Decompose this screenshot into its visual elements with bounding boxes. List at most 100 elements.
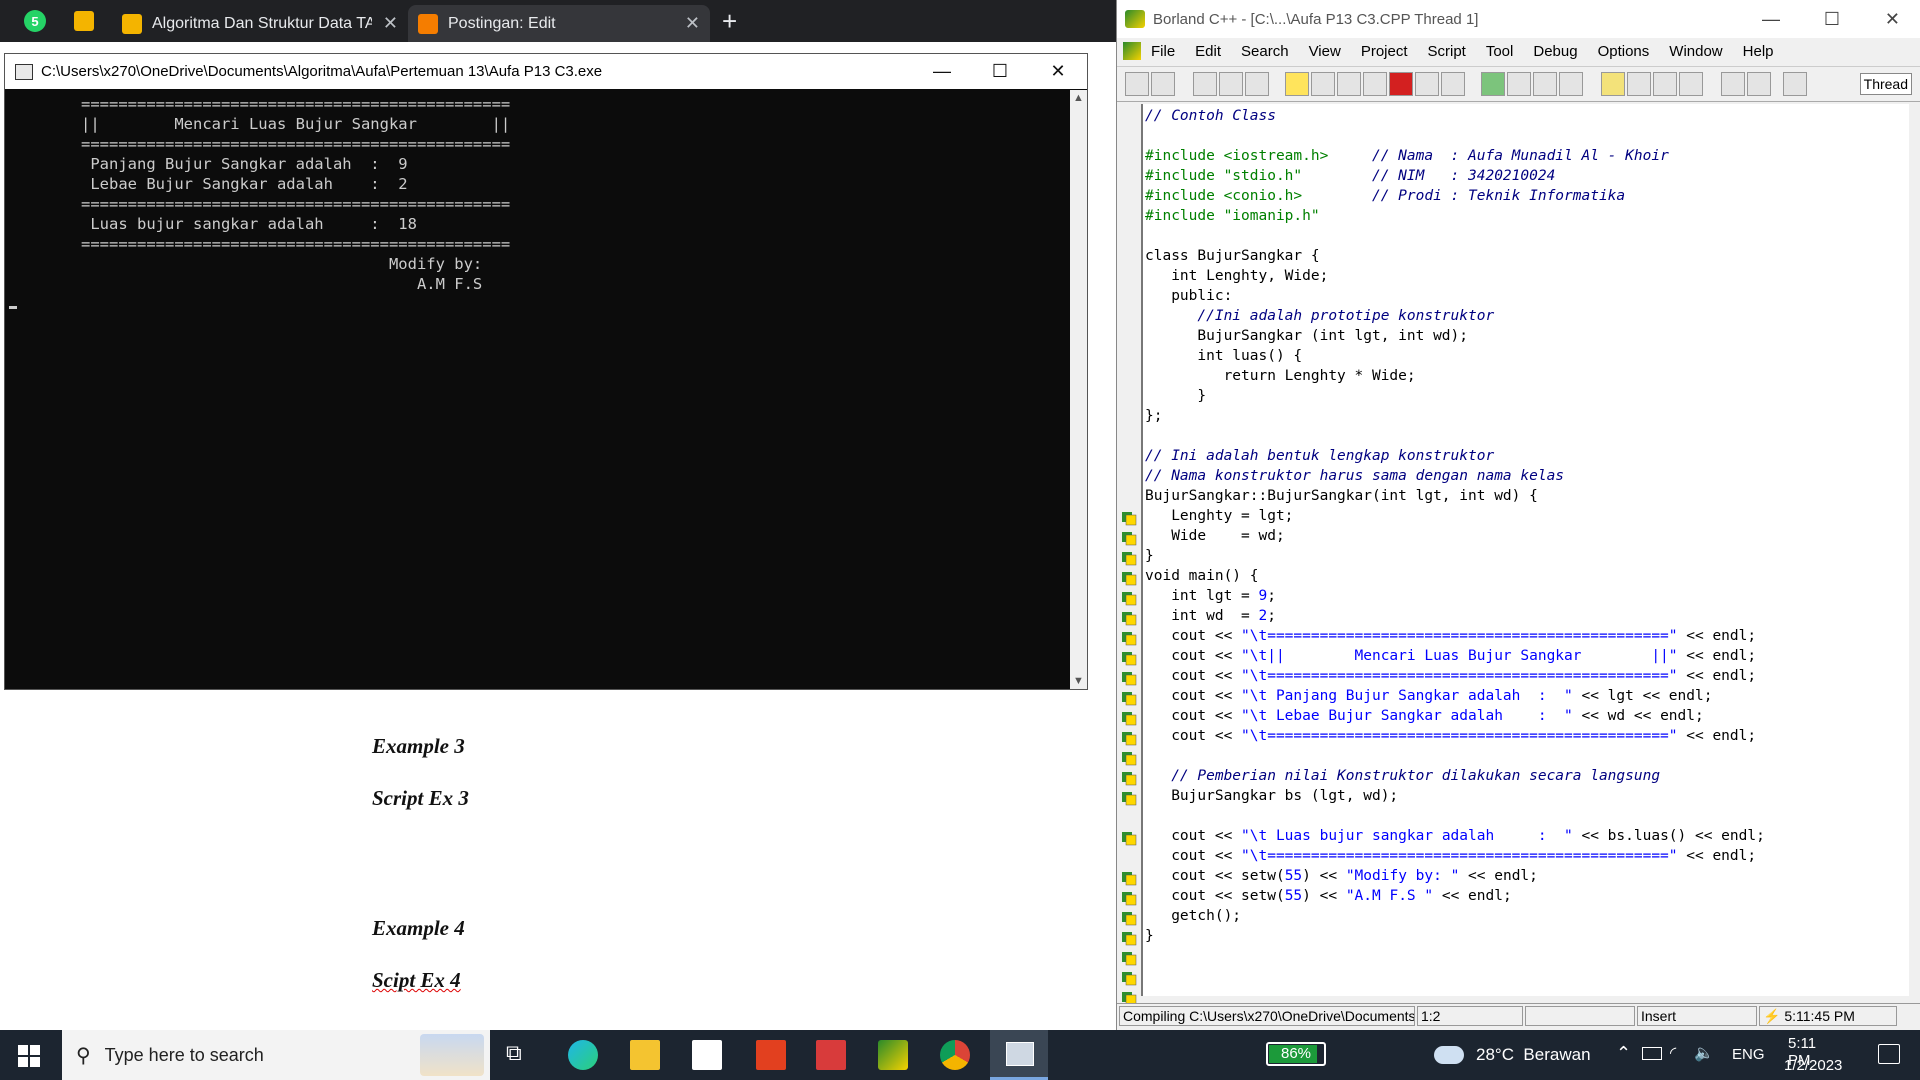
weather-icon[interactable]: [1434, 1046, 1464, 1064]
breakpoint-icon[interactable]: [1121, 570, 1137, 586]
windows-start-icon[interactable]: [18, 1045, 40, 1067]
borland-taskbar-icon[interactable]: [878, 1040, 908, 1070]
build-icon[interactable]: [1363, 72, 1387, 96]
breakpoint-icon[interactable]: [1121, 510, 1137, 526]
find-icon[interactable]: [1601, 72, 1625, 96]
language-indicator[interactable]: ENG: [1732, 1046, 1765, 1063]
breakpoint-icon[interactable]: [1121, 910, 1137, 926]
menu-help[interactable]: Help: [1743, 43, 1774, 60]
menu-edit[interactable]: Edit: [1195, 43, 1221, 60]
paste-icon[interactable]: [1559, 72, 1583, 96]
edge-icon[interactable]: [568, 1040, 598, 1070]
menu-options[interactable]: Options: [1598, 43, 1650, 60]
clock-date[interactable]: 1/2/2023: [1784, 1057, 1842, 1074]
run-icon[interactable]: [1415, 72, 1439, 96]
copy-icon[interactable]: [1533, 72, 1557, 96]
slides-icon[interactable]: [74, 11, 94, 31]
breakpoint-icon[interactable]: [1121, 690, 1137, 706]
minimize-icon[interactable]: —: [1762, 9, 1780, 30]
editor-gutter[interactable]: [1117, 104, 1141, 1046]
task-view-icon[interactable]: ⧉: [506, 1040, 536, 1070]
close-icon[interactable]: ✕: [685, 13, 700, 34]
battery-tray-icon[interactable]: [1642, 1047, 1662, 1060]
breakpoint-icon[interactable]: [1121, 650, 1137, 666]
office-icon[interactable]: [756, 1040, 786, 1070]
breakpoint-icon[interactable]: [1121, 590, 1137, 606]
menu-tool[interactable]: Tool: [1486, 43, 1514, 60]
wifi-icon[interactable]: ◜: [1670, 1043, 1676, 1063]
close-icon[interactable]: ✕: [383, 13, 398, 34]
notification-icon[interactable]: [1878, 1044, 1900, 1064]
weather-text[interactable]: 28°C Berawan: [1476, 1045, 1591, 1065]
menu-window[interactable]: Window: [1669, 43, 1722, 60]
open-file-icon[interactable]: [1151, 72, 1175, 96]
console-scrollbar[interactable]: ▲ ▼: [1070, 90, 1087, 689]
menu-script[interactable]: Script: [1428, 43, 1466, 60]
maximize-icon[interactable]: ☐: [971, 54, 1029, 89]
menu-view[interactable]: View: [1309, 43, 1341, 60]
tab-algoritma[interactable]: Algoritma Dan Struktur Data TA 2 ✕: [112, 5, 408, 42]
save-icon[interactable]: [1193, 72, 1217, 96]
breakpoint-icon[interactable]: [1121, 930, 1137, 946]
menu-file[interactable]: File: [1151, 43, 1175, 60]
console-title-bar[interactable]: C:\Users\x270\OneDrive\Documents\Algorit…: [5, 54, 1087, 89]
replace-icon[interactable]: [1627, 72, 1651, 96]
window-icon[interactable]: [1721, 72, 1745, 96]
volume-icon[interactable]: 🔈: [1694, 1043, 1714, 1063]
thread-label[interactable]: Thread: [1859, 73, 1912, 95]
battery-indicator[interactable]: 86%: [1266, 1042, 1326, 1066]
borland-ide-window[interactable]: Borland C++ - [C:\...\Aufa P13 C3.CPP Th…: [1116, 0, 1920, 1046]
menu-project[interactable]: Project: [1361, 43, 1408, 60]
browse-icon[interactable]: [1679, 72, 1703, 96]
search-again-icon[interactable]: [1653, 72, 1677, 96]
chevron-up-icon[interactable]: ▲: [1073, 92, 1084, 104]
undo-icon[interactable]: [1481, 72, 1505, 96]
maximize-icon[interactable]: ☐: [1824, 9, 1840, 30]
breakpoint-icon[interactable]: [1121, 730, 1137, 746]
compile-icon[interactable]: [1311, 72, 1335, 96]
new-file-icon[interactable]: [1125, 72, 1149, 96]
breakpoint-icon[interactable]: [1121, 890, 1137, 906]
breakpoint-icon[interactable]: [1121, 750, 1137, 766]
print-icon[interactable]: [1245, 72, 1269, 96]
whatsapp-icon[interactable]: 5: [24, 10, 46, 32]
lightning-icon[interactable]: [1285, 72, 1309, 96]
help-pointer-icon[interactable]: [1783, 72, 1807, 96]
breakpoint-icon[interactable]: [1121, 830, 1137, 846]
tile-icon[interactable]: [1747, 72, 1771, 96]
close-icon[interactable]: ✕: [1029, 54, 1087, 89]
chevron-up-icon[interactable]: ⌃: [1616, 1043, 1631, 1064]
tab-postingan[interactable]: Postingan: Edit ✕: [408, 5, 710, 42]
breakpoint-icon[interactable]: [1121, 790, 1137, 806]
breakpoint-icon[interactable]: [1121, 630, 1137, 646]
breakpoint-icon[interactable]: [1121, 970, 1137, 986]
breakpoint-icon[interactable]: [1121, 770, 1137, 786]
new-tab-button[interactable]: +: [722, 6, 737, 37]
taskbar-search-box[interactable]: ⚲ Type here to search: [62, 1030, 490, 1080]
file-explorer-icon[interactable]: [630, 1040, 660, 1070]
console-window[interactable]: C:\Users\x270\OneDrive\Documents\Algorit…: [4, 53, 1088, 690]
breakpoint-icon[interactable]: [1121, 710, 1137, 726]
minimize-icon[interactable]: —: [913, 54, 971, 89]
breakpoint-icon[interactable]: [1121, 530, 1137, 546]
breakpoint-icon[interactable]: [1121, 670, 1137, 686]
breakpoint-icon[interactable]: [1121, 950, 1137, 966]
save-all-icon[interactable]: [1219, 72, 1243, 96]
blog-editor-content[interactable]: Example 3 Script Ex 3 Example 4 Scipt Ex…: [352, 686, 1116, 1030]
chevron-down-icon[interactable]: ▼: [1073, 675, 1084, 687]
breakpoint-icon[interactable]: [1121, 550, 1137, 566]
breakpoint-icon[interactable]: [1121, 870, 1137, 886]
console-taskbar-button[interactable]: [990, 1030, 1048, 1080]
make-icon[interactable]: [1337, 72, 1361, 96]
cut-icon[interactable]: [1507, 72, 1531, 96]
menu-debug[interactable]: Debug: [1533, 43, 1577, 60]
microsoft-store-icon[interactable]: [692, 1040, 722, 1070]
chrome-icon[interactable]: [940, 1040, 970, 1070]
close-icon[interactable]: ✕: [1885, 9, 1900, 30]
debug-icon[interactable]: [1441, 72, 1465, 96]
app-icon[interactable]: [816, 1040, 846, 1070]
stop-icon[interactable]: [1389, 72, 1413, 96]
breakpoint-icon[interactable]: [1121, 610, 1137, 626]
menu-search[interactable]: Search: [1241, 43, 1289, 60]
ide-title-bar[interactable]: Borland C++ - [C:\...\Aufa P13 C3.CPP Th…: [1117, 0, 1920, 38]
